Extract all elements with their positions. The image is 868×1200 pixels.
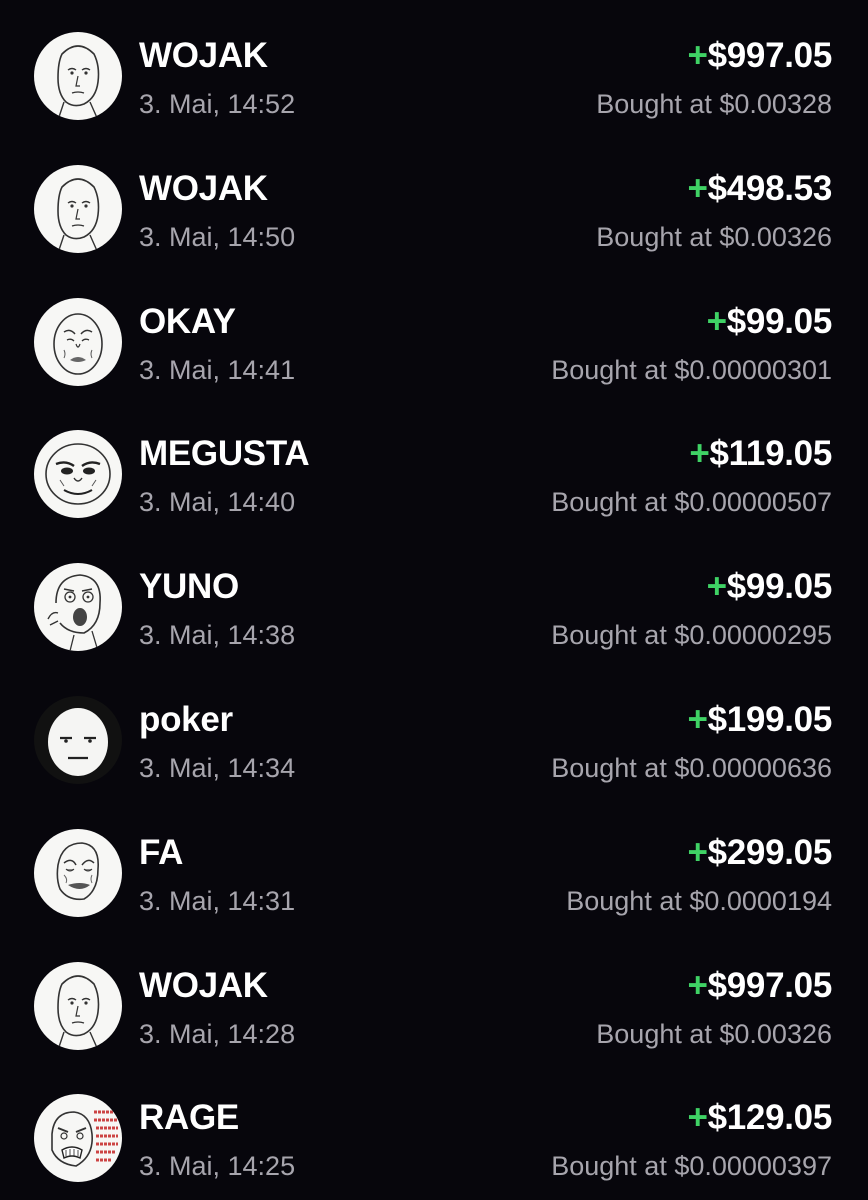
amount-value: $119.05 <box>709 434 833 474</box>
trade-row-fa-1431[interactable]: FA 3. Mai, 14:31 +$299.05 Bought at $0.0… <box>0 797 868 930</box>
token-name: WOJAK <box>139 168 268 208</box>
trade-amount: +$997.05 <box>687 36 832 76</box>
bought-at-price: Bought at $0.00000301 <box>551 354 832 385</box>
trade-row-okay-1441[interactable]: OKAY 3. Mai, 14:41 +$99.05 Bought at $0.… <box>0 266 868 399</box>
plus-sign: + <box>687 1098 708 1138</box>
plus-sign: + <box>706 567 727 607</box>
trade-timestamp: 3. Mai, 14:31 <box>139 885 296 916</box>
okay-face-icon <box>34 297 122 386</box>
amount-value: $99.05 <box>726 567 833 607</box>
trade-amount: +$99.05 <box>706 301 833 342</box>
amount-value: $997.05 <box>707 965 833 1005</box>
bought-at-price: Bought at $0.00000397 <box>551 1151 832 1182</box>
token-name: MEGUSTA <box>139 434 310 474</box>
trade-amount: +$498.53 <box>687 169 832 209</box>
trade-timestamp: 3. Mai, 14:40 <box>139 487 296 518</box>
plus-sign: + <box>706 301 727 341</box>
amount-value: $498.53 <box>707 168 833 208</box>
trade-amount: +$199.05 <box>687 700 832 740</box>
trade-timestamp: 3. Mai, 14:50 <box>139 221 296 252</box>
bought-at-price: Bought at $0.00326 <box>596 221 832 252</box>
plus-sign: + <box>687 36 708 75</box>
trade-row-megusta-1440[interactable]: MEGUSTA 3. Mai, 14:40 +$119.05 Bought at… <box>0 398 868 531</box>
trade-row-poker-1434[interactable]: poker 3. Mai, 14:34 +$199.05 Bought at $… <box>0 664 868 797</box>
token-name: poker <box>139 699 233 739</box>
trade-list: WOJAK 3. Mai, 14:52 +$997.05 Bought at $… <box>0 0 868 1195</box>
token-name: FA <box>139 832 184 872</box>
token-name: OKAY <box>139 301 236 341</box>
bought-at-price: Bought at $0.00328 <box>596 89 832 119</box>
plus-sign: + <box>687 168 708 208</box>
trade-row-rage-1425[interactable]: RAGE 3. Mai, 14:25 +$129.05 Bought at $0… <box>0 1062 868 1195</box>
bought-at-price: Bought at $0.0000194 <box>566 885 832 916</box>
trade-timestamp: 3. Mai, 14:25 <box>139 1151 296 1182</box>
plus-sign: + <box>687 965 708 1005</box>
amount-value: $199.05 <box>707 699 833 739</box>
trade-row-wojak-1452[interactable]: WOJAK 3. Mai, 14:52 +$997.05 Bought at $… <box>0 0 868 133</box>
trade-amount: +$299.05 <box>687 833 832 873</box>
trade-timestamp: 3. Mai, 14:34 <box>139 752 296 783</box>
megusta-face-icon <box>34 430 122 519</box>
trade-amount: +$997.05 <box>687 966 832 1006</box>
wojak-face-icon <box>34 961 122 1050</box>
trade-timestamp: 3. Mai, 14:41 <box>139 354 296 385</box>
token-name: YUNO <box>139 567 239 607</box>
trade-row-yuno-1438[interactable]: YUNO 3. Mai, 14:38 +$99.05 Bought at $0.… <box>0 531 868 664</box>
trade-timestamp: 3. Mai, 14:38 <box>139 620 296 651</box>
token-name: RAGE <box>139 1098 239 1138</box>
yuno-face-icon <box>34 563 122 652</box>
wojak-face-icon <box>34 164 122 253</box>
amount-value: $299.05 <box>707 832 833 872</box>
trade-timestamp: 3. Mai, 14:28 <box>139 1018 296 1049</box>
trade-timestamp: 3. Mai, 14:52 <box>139 89 296 119</box>
bought-at-price: Bought at $0.00000507 <box>551 487 832 518</box>
amount-value: $997.05 <box>707 36 833 75</box>
bought-at-price: Bought at $0.00000295 <box>551 620 832 651</box>
token-name: WOJAK <box>139 965 268 1005</box>
trade-amount: +$99.05 <box>706 567 833 607</box>
poker-face-icon <box>34 695 122 784</box>
bought-at-price: Bought at $0.00326 <box>596 1018 832 1049</box>
trade-amount: +$129.05 <box>687 1098 832 1138</box>
trade-row-wojak-1450[interactable]: WOJAK 3. Mai, 14:50 +$498.53 Bought at $… <box>0 133 868 266</box>
token-name: WOJAK <box>139 36 268 75</box>
plus-sign: + <box>689 434 710 474</box>
forever-alone-face-icon <box>34 828 122 917</box>
plus-sign: + <box>687 832 708 872</box>
plus-sign: + <box>687 699 708 739</box>
wojak-face-icon <box>34 32 122 120</box>
rage-face-icon <box>34 1094 122 1183</box>
amount-value: $99.05 <box>726 301 833 341</box>
trade-amount: +$119.05 <box>689 434 832 474</box>
amount-value: $129.05 <box>707 1098 833 1138</box>
trade-row-wojak-1428[interactable]: WOJAK 3. Mai, 14:28 +$997.05 Bought at $… <box>0 930 868 1063</box>
bought-at-price: Bought at $0.00000636 <box>551 752 832 783</box>
